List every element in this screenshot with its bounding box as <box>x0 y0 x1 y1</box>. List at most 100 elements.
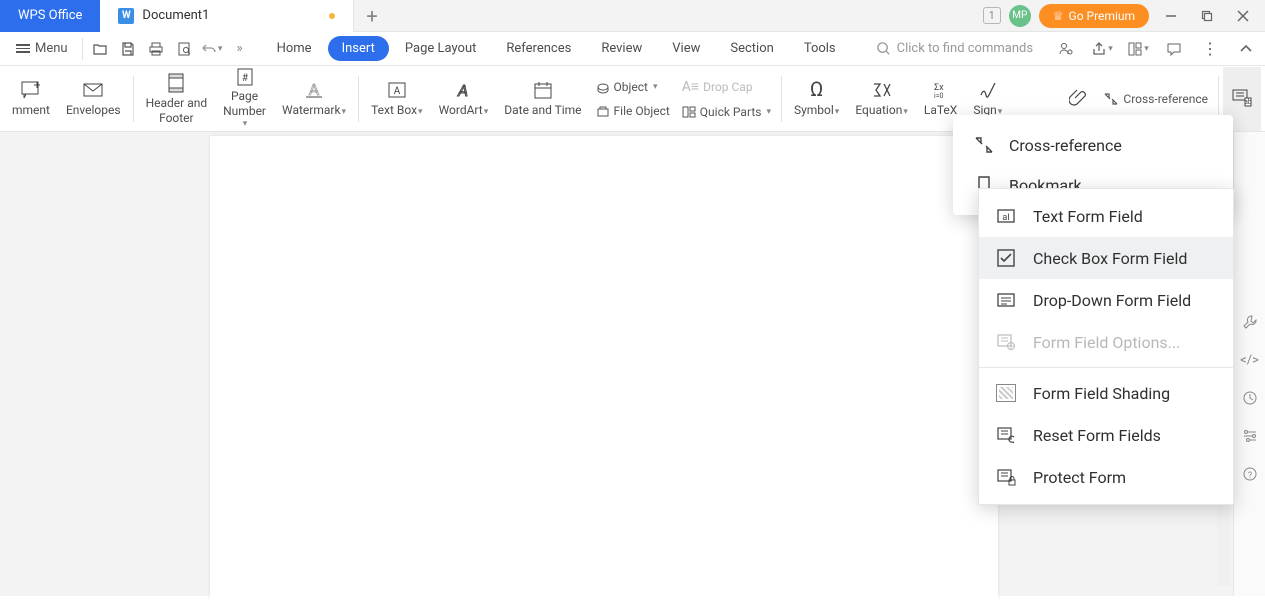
tab-page-layout[interactable]: Page Layout <box>391 36 491 61</box>
text-box-label: Text Box <box>371 103 417 117</box>
code-icon[interactable]: </> <box>1240 350 1260 370</box>
latex-label: LaTeX <box>924 103 957 118</box>
open-icon[interactable] <box>89 38 111 60</box>
comment-label: mment <box>12 103 50 118</box>
user-settings-icon[interactable] <box>1055 38 1077 60</box>
dropdown-form-field-item[interactable]: Drop-Down Form Field <box>979 279 1233 321</box>
symbol-label: Symbol <box>794 103 834 117</box>
close-button[interactable] <box>1229 2 1257 30</box>
cross-reference-label: Cross-reference <box>1009 136 1122 155</box>
symbol-button[interactable]: Ω Symbol▾ <box>786 67 847 131</box>
forms-submenu: aI Text Form Field Check Box Form Field … <box>978 188 1234 505</box>
header-footer-icon <box>166 72 186 94</box>
form-options-icon <box>995 331 1017 353</box>
text-box-button[interactable]: A Text Box▾ <box>363 67 430 131</box>
equation-label: Equation <box>855 103 902 117</box>
page-number-button[interactable]: # Page Number▾ <box>215 67 274 131</box>
cross-reference-item[interactable]: Cross-reference <box>953 125 1233 165</box>
print-preview-icon[interactable] <box>173 38 195 60</box>
tools-icon[interactable] <box>1240 312 1260 332</box>
print-icon[interactable] <box>145 38 167 60</box>
checkbox-form-field-label: Check Box Form Field <box>1033 249 1187 268</box>
maximize-button[interactable] <box>1193 2 1221 30</box>
watermark-icon: A <box>303 79 325 101</box>
hamburger-icon <box>16 44 30 53</box>
doc-title: Document1 <box>142 8 209 23</box>
tab-insert[interactable]: Insert <box>328 36 389 61</box>
menu-row: Menu ▾ » Home Insert Page Layout Referen… <box>0 32 1265 66</box>
more-qat-icon[interactable]: » <box>229 38 251 60</box>
cross-reference-ribbon-button[interactable]: Cross-reference <box>1097 83 1214 115</box>
sign-icon <box>978 79 998 101</box>
settings-icon[interactable] <box>1240 426 1260 446</box>
attachment-icon <box>1069 87 1089 109</box>
save-icon[interactable] <box>117 38 139 60</box>
svg-text:A: A <box>394 86 401 97</box>
equation-button[interactable]: Equation▾ <box>847 67 916 131</box>
watermark-label: Watermark <box>282 103 341 117</box>
tab-tools[interactable]: Tools <box>790 36 850 61</box>
page-number-label: Page Number <box>223 89 266 119</box>
window-arrange-icon[interactable]: ▾ <box>1127 38 1149 60</box>
premium-label: Go Premium <box>1069 9 1135 23</box>
collapse-ribbon-icon[interactable] <box>1235 38 1257 60</box>
object-button[interactable]: Object▾ <box>590 77 676 97</box>
command-search[interactable]: Click to find commands <box>876 41 1033 56</box>
text-form-field-item[interactable]: aI Text Form Field <box>979 195 1233 237</box>
envelope-icon <box>82 79 104 101</box>
cross-reference-icon <box>973 134 995 156</box>
help-icon[interactable]: ? <box>1240 464 1260 484</box>
more-options-icon[interactable]: ⋮ <box>1199 38 1221 60</box>
minimize-button[interactable] <box>1157 2 1185 30</box>
header-footer-button[interactable]: Header and Footer <box>138 67 216 131</box>
new-tab-button[interactable]: + <box>366 4 377 28</box>
comment-button[interactable]: mment <box>4 67 58 131</box>
form-field-shading-item[interactable]: Form Field Shading <box>979 372 1233 414</box>
svg-text:aI: aI <box>1002 213 1009 223</box>
watermark-button[interactable]: A Watermark▾ <box>274 67 354 131</box>
ribbon-tabs: Home Insert Page Layout References Revie… <box>263 36 850 61</box>
text-form-field-label: Text Form Field <box>1033 207 1143 226</box>
crown-icon: ♕ <box>1053 9 1064 23</box>
menu-label: Menu <box>35 41 68 56</box>
go-premium-button[interactable]: ♕ Go Premium <box>1039 4 1149 28</box>
symbol-icon: Ω <box>810 79 823 101</box>
tab-home[interactable]: Home <box>263 36 326 61</box>
app-tab[interactable]: WPS Office <box>0 0 100 32</box>
wordart-icon: A <box>453 79 473 101</box>
svg-text:A: A <box>309 80 320 99</box>
checkbox-form-field-item[interactable]: Check Box Form Field <box>979 237 1233 279</box>
wordart-label: WordArt <box>439 103 483 117</box>
menu-button[interactable]: Menu <box>8 37 76 60</box>
tab-review[interactable]: Review <box>587 36 656 61</box>
undo-icon[interactable]: ▾ <box>201 38 223 60</box>
history-icon[interactable] <box>1240 388 1260 408</box>
date-time-button[interactable]: Date and Time <box>496 67 589 131</box>
feedback-icon[interactable] <box>1163 38 1185 60</box>
form-field-shading-label: Form Field Shading <box>1033 384 1170 403</box>
calendar-icon <box>533 79 553 101</box>
quick-parts-button[interactable]: Quick Parts▾ <box>676 102 777 122</box>
tab-references[interactable]: References <box>492 36 585 61</box>
object-icon <box>596 80 610 94</box>
envelopes-button[interactable]: Envelopes <box>58 67 129 131</box>
share-icon[interactable]: ▾ <box>1091 38 1113 60</box>
wordart-button[interactable]: A WordArt▾ <box>431 67 497 131</box>
dropdown-form-field-label: Drop-Down Form Field <box>1033 291 1191 310</box>
drop-cap-button[interactable]: A≡Drop Cap <box>676 75 777 98</box>
document-page[interactable] <box>210 136 998 600</box>
window-count-badge[interactable]: 1 <box>983 7 1001 24</box>
file-object-button[interactable]: File Object <box>590 101 676 121</box>
text-box-icon: A <box>387 79 407 101</box>
protect-form-item[interactable]: Protect Form <box>979 456 1233 498</box>
text-field-icon: aI <box>995 205 1017 227</box>
reset-form-fields-item[interactable]: Reset Form Fields <box>979 414 1233 456</box>
shading-icon <box>995 382 1017 404</box>
tab-view[interactable]: View <box>658 36 714 61</box>
form-field-options-item: Form Field Options... <box>979 321 1233 363</box>
drop-cap-label: Drop Cap <box>703 80 752 94</box>
document-tab[interactable]: W Document1 <box>100 0 354 32</box>
forms-icon: ab <box>1231 87 1253 109</box>
tab-section[interactable]: Section <box>716 36 787 61</box>
user-avatar[interactable]: MP <box>1009 5 1031 27</box>
